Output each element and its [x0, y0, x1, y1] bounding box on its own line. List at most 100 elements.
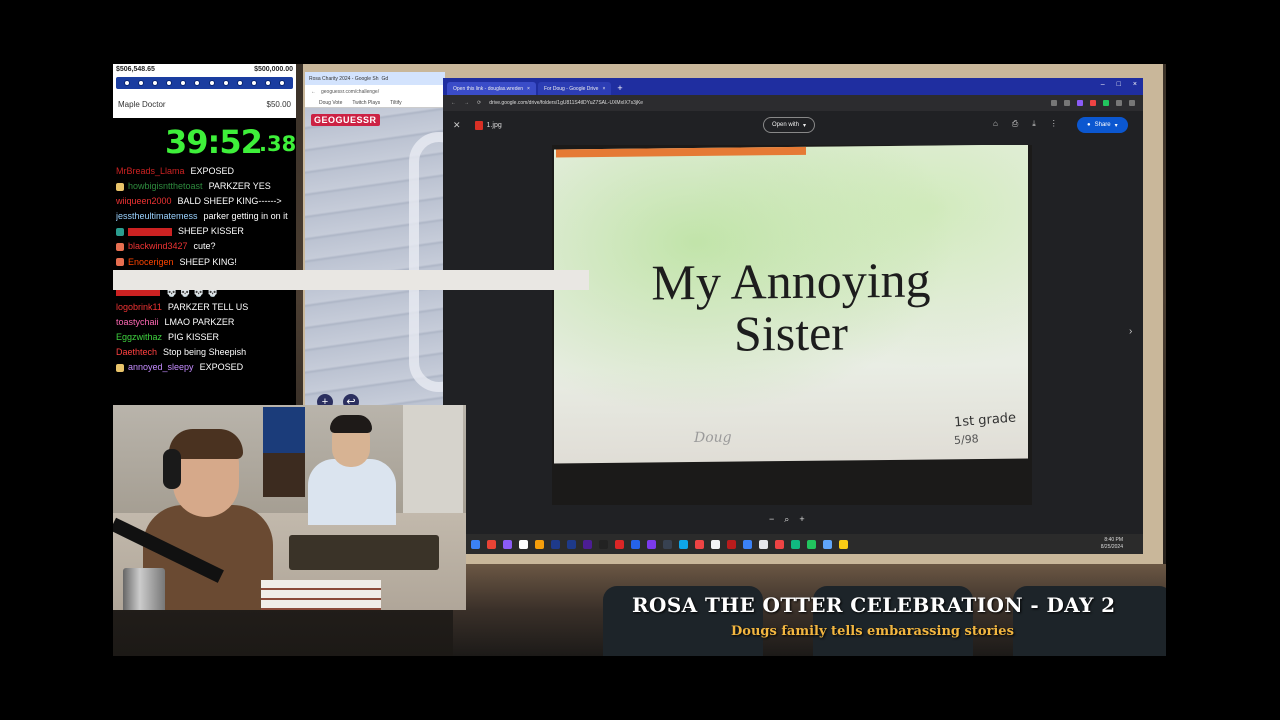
chat-username[interactable]: wiiqueen2000 [116, 196, 172, 206]
notion-icon[interactable] [599, 539, 608, 549]
extension-icon[interactable] [1103, 100, 1109, 106]
premiere-icon[interactable] [583, 539, 592, 549]
milestone-dot [152, 80, 159, 86]
geo-tab[interactable]: Rosa Charity 2024 - Google Sh [309, 76, 378, 82]
app-icon[interactable] [839, 539, 848, 549]
milestone-dot [222, 80, 229, 86]
chrome-icon[interactable] [487, 539, 496, 549]
chat-username[interactable]: Eggzwithaz [116, 332, 162, 342]
app-icon[interactable] [471, 539, 480, 549]
webcam-feed [113, 405, 466, 610]
clock-date: 8/25/2024 [1100, 544, 1123, 550]
chat-username[interactable] [128, 228, 172, 236]
search-icon[interactable]: ⌕ [784, 514, 789, 525]
zoom-out-icon[interactable]: − [769, 514, 774, 525]
milestone-dot [250, 80, 257, 86]
chat-message: MrBreads_Llama EXPOSED [116, 164, 293, 179]
app-icon[interactable] [663, 539, 672, 549]
app-icon[interactable] [743, 539, 752, 549]
app-icon[interactable] [695, 539, 704, 549]
app-icon[interactable] [711, 539, 720, 549]
timer-main: 39:52 [165, 123, 263, 161]
zoom-in-icon[interactable]: + [799, 514, 804, 525]
extension-icon[interactable] [1090, 100, 1096, 106]
bookmark[interactable]: Twitch Plays [352, 100, 380, 106]
image-file-icon [474, 120, 483, 130]
extension-icon[interactable] [1064, 100, 1070, 106]
maximize-icon[interactable]: □ [1117, 81, 1121, 88]
door [403, 405, 463, 515]
chat-username[interactable]: Daethtech [116, 347, 157, 357]
app-icon[interactable] [679, 539, 688, 549]
open-with-button[interactable]: Open with ▾ [763, 117, 816, 133]
next-image-button[interactable]: › [1129, 326, 1132, 337]
food-tray [289, 535, 439, 570]
chat-username[interactable]: logobrink11 [116, 302, 162, 312]
app-icon[interactable] [759, 539, 768, 549]
forward-icon[interactable]: → [464, 100, 469, 106]
minimize-icon[interactable]: – [1101, 81, 1105, 88]
app-icon[interactable] [647, 539, 656, 549]
chat-username[interactable]: jesstheultimatemess [116, 211, 198, 221]
geo-address-bar[interactable]: ← geoguessr.com/challenge/ [305, 85, 445, 98]
viewer-actions: ⌂ ⎙ ⤓ ⋮ [993, 119, 1058, 129]
bookmark[interactable]: Tiltify [390, 100, 401, 106]
close-icon[interactable]: × [1133, 81, 1137, 88]
drive-tab-bar: Open this link - douglas.wreden × For Do… [443, 78, 1143, 95]
milestone-bar [116, 77, 293, 89]
back-icon[interactable]: ← [311, 89, 316, 95]
close-icon[interactable]: × [602, 86, 605, 92]
download-icon[interactable]: ⤓ [1032, 119, 1036, 129]
back-icon[interactable]: ← [451, 100, 456, 106]
person-body [308, 459, 396, 525]
extension-icon[interactable] [1116, 100, 1122, 106]
print-icon[interactable]: ⎙ [1012, 119, 1018, 129]
milestone-dot [264, 80, 271, 86]
chat-username[interactable]: MrBreads_Llama [116, 166, 185, 176]
app-icon[interactable] [535, 539, 544, 549]
bookmark[interactable]: Doug Vote [319, 100, 342, 106]
tab-label: For Doug - Google Drive [543, 85, 599, 92]
badge-icon [116, 258, 124, 267]
app-icon[interactable] [727, 539, 736, 549]
app-icon[interactable] [775, 539, 784, 549]
app-icon[interactable] [519, 539, 528, 549]
app-icon[interactable] [823, 539, 832, 549]
milestone-dot [236, 80, 243, 86]
chat-username[interactable]: toastychaii [116, 317, 159, 327]
milestone-dot [208, 80, 215, 86]
chat-username[interactable]: howbigisntthetoast [128, 181, 203, 191]
new-tab-button[interactable]: + [617, 82, 622, 95]
share-button[interactable]: ● Share ▾ [1077, 117, 1128, 133]
reload-icon[interactable]: ⟳ [477, 100, 481, 106]
app-icon[interactable] [503, 539, 512, 549]
chat-username[interactable]: blackwind3427 [128, 241, 188, 251]
extension-icon[interactable] [1051, 100, 1057, 106]
url-text[interactable]: drive.google.com/drive/folders/1gU811S4t… [489, 100, 643, 106]
books [261, 580, 381, 610]
chat-username[interactable]: Enocerigen [128, 257, 174, 267]
chat-message: toastychaii LMAO PARKZER [116, 315, 293, 330]
chat-username[interactable]: annoyed_sleepy [128, 362, 194, 372]
paper-title-line: My Annoying [651, 251, 931, 311]
app-icon[interactable] [791, 539, 800, 549]
more-icon[interactable]: ⋮ [1050, 119, 1058, 129]
browser-tab[interactable]: Open this link - douglas.wreden × [447, 82, 536, 95]
taskbar-clock[interactable]: 8:40 PM 8/25/2024 [1101, 537, 1123, 551]
profile-icon[interactable] [1129, 100, 1135, 106]
browser-tab[interactable]: For Doug - Google Drive × [537, 82, 612, 95]
url-text[interactable]: geoguessr.com/challenge/ [321, 89, 379, 95]
photoshop-icon[interactable] [551, 539, 560, 549]
image-preview[interactable]: My Annoying Sister Doug 1st grade 5/98 [552, 145, 1032, 505]
app-icon[interactable] [615, 539, 624, 549]
close-icon[interactable]: ✕ [453, 120, 461, 131]
geo-tab[interactable]: Gd [381, 76, 388, 82]
close-icon[interactable]: × [527, 86, 530, 92]
caption-subtitle: Dougs family tells embarassing stories [731, 624, 1014, 639]
badge-icon [116, 182, 124, 191]
extension-icon[interactable] [1077, 100, 1083, 106]
vscode-icon[interactable] [631, 539, 640, 549]
app-icon[interactable] [807, 539, 816, 549]
add-shortcut-icon[interactable]: ⌂ [993, 119, 998, 129]
photoshop-icon[interactable] [567, 539, 576, 549]
